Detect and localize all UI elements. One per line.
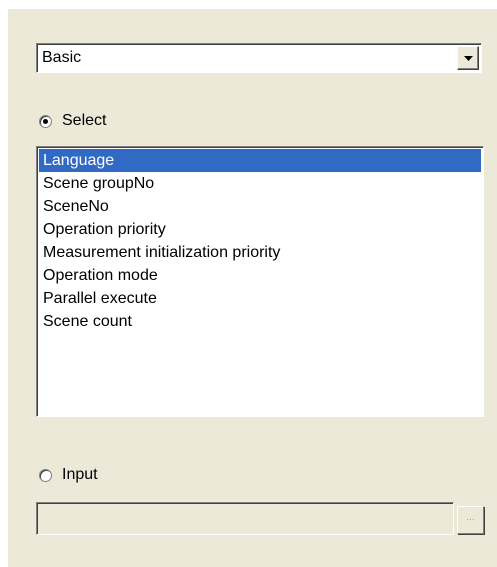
list-item[interactable]: Scene count: [39, 310, 481, 333]
input-radio-label: Input: [62, 466, 98, 483]
input-radio-option[interactable]: Input: [39, 466, 98, 484]
list-item[interactable]: Language: [39, 149, 481, 172]
list-item[interactable]: Parallel execute: [39, 287, 481, 310]
radio-checked-dot: [43, 118, 48, 124]
list-item[interactable]: Operation priority: [39, 218, 481, 241]
chevron-down-icon: [464, 56, 473, 61]
select-radio-option[interactable]: Select: [39, 112, 106, 130]
list-item[interactable]: Measurement initialization priority: [39, 241, 481, 264]
input-radio-button[interactable]: [39, 468, 52, 482]
parameter-list[interactable]: Language Scene groupNo SceneNo Operation…: [36, 146, 484, 417]
category-dropdown-value: Basic: [42, 49, 82, 66]
input-text-field[interactable]: [36, 502, 454, 535]
select-radio-button[interactable]: [39, 114, 52, 128]
select-radio-label: Select: [62, 112, 107, 129]
list-item[interactable]: Operation mode: [39, 264, 481, 287]
category-dropdown[interactable]: Basic: [36, 43, 482, 73]
list-item[interactable]: Scene groupNo: [39, 172, 481, 195]
dropdown-arrow-button[interactable]: [457, 46, 479, 70]
list-item[interactable]: SceneNo: [39, 195, 481, 218]
browse-button[interactable]: ...: [457, 506, 484, 534]
